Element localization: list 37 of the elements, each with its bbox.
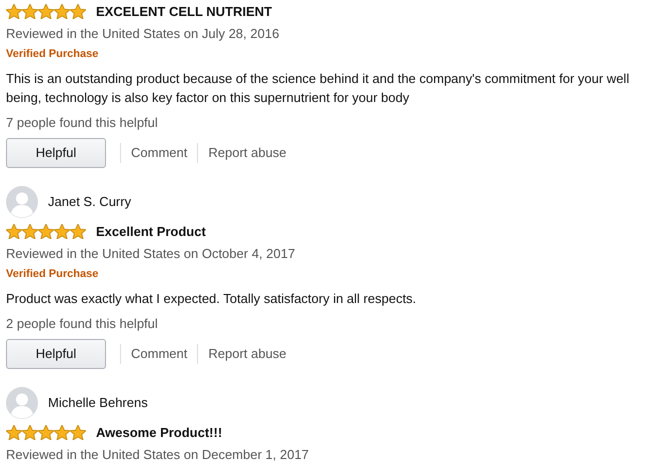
star-icon	[54, 425, 70, 440]
review-text: This is an outstanding product because of the science behind it and the company's commitment for your well being, technology is also key factor on this supernutrient for your body	[6, 70, 630, 106]
star-icon	[70, 4, 86, 20]
star-icon	[70, 224, 86, 240]
verified-purchase-label: Verified Purchase	[6, 267, 100, 282]
star-icon	[38, 224, 54, 240]
review-text: Product was exactly what I expected. Totally satisfactory in all respects.	[6, 290, 418, 308]
review-date: Reviewed in the United States on December 1, 2017	[6, 446, 310, 464]
star-icon	[22, 224, 38, 240]
helpful-count: 2 people found this helpful	[6, 314, 159, 333]
star-icon	[70, 425, 86, 440]
reviewer-name: Michelle Behrens	[48, 394, 148, 412]
comment-link[interactable]: Comment	[131, 344, 188, 364]
helpful-button[interactable]: Helpful	[6, 339, 106, 369]
avatar-icon	[6, 387, 38, 419]
helpful-button[interactable]: Helpful	[6, 138, 106, 168]
star-icon	[54, 4, 70, 20]
star-icon	[6, 425, 22, 440]
star-icon	[38, 4, 54, 20]
star-icon	[54, 224, 70, 240]
review-date: Reviewed in the United States on October 4, 2017	[6, 244, 296, 262]
star-icon	[22, 4, 38, 20]
report-abuse-link[interactable]: Report abuse	[208, 344, 286, 364]
reviewer-name: Janet S. Curry	[48, 193, 132, 212]
review-date: Reviewed in the United States on July 28, 2016	[6, 24, 280, 43]
star-icon	[22, 425, 38, 440]
report-abuse-link[interactable]: Report abuse	[208, 143, 286, 163]
comment-link[interactable]: Comment	[131, 143, 188, 163]
avatar-icon	[6, 186, 38, 218]
verified-purchase-label: Verified Purchase	[6, 47, 100, 62]
star-icon	[38, 425, 54, 440]
helpful-count: 7 people found this helpful	[6, 114, 159, 132]
star-icon	[6, 4, 22, 20]
review-title[interactable]: Awesome Product!!!	[96, 423, 222, 442]
review-title[interactable]: EXCELENT CELL NUTRIENT	[96, 2, 272, 22]
review-title[interactable]: Excellent Product	[96, 222, 206, 242]
star-icon	[6, 224, 22, 240]
